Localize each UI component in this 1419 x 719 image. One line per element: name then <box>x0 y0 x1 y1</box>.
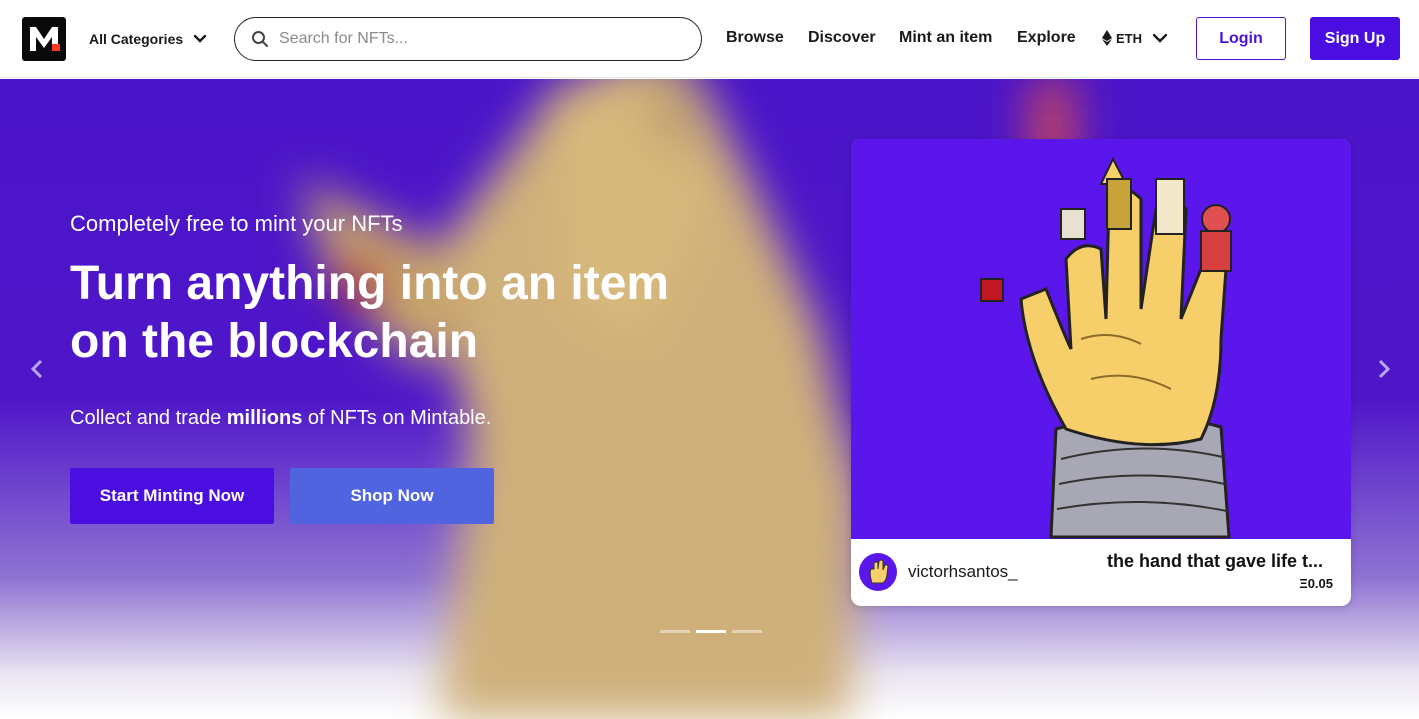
login-button[interactable]: Login <box>1196 17 1286 60</box>
currency-label: ETH <box>1116 30 1142 46</box>
nav-explore[interactable]: Explore <box>1017 29 1076 47</box>
hero-banner: Completely free to mint your NFTs Turn a… <box>0 79 1419 719</box>
hero-headline: Turn anything into an item on the blockc… <box>70 255 770 371</box>
search-bar <box>234 17 702 61</box>
start-minting-button[interactable]: Start Minting Now <box>70 468 274 524</box>
signup-button[interactable]: Sign Up <box>1310 17 1400 60</box>
nft-price: Ξ0.05 <box>1299 576 1333 591</box>
search-icon <box>252 31 268 47</box>
chevron-right-icon[interactable] <box>1371 357 1395 381</box>
search-input[interactable] <box>277 29 681 49</box>
categories-label: All Categories <box>89 31 184 47</box>
nft-title[interactable]: the hand that gave life t... <box>1107 551 1323 572</box>
hero-headline-line1: Turn anything into an item <box>70 257 670 310</box>
hero-subtitle: Completely free to mint your NFTs <box>70 211 403 236</box>
tagline-suffix: of NFTs on Mintable. <box>302 407 492 429</box>
chevron-down-icon <box>1152 33 1168 43</box>
slide-indicator-3[interactable] <box>732 630 762 633</box>
hero-headline-line2: on the blockchain <box>70 315 479 368</box>
chevron-left-icon[interactable] <box>26 357 50 381</box>
nav-browse[interactable]: Browse <box>726 29 784 47</box>
nav-mint-an-item[interactable]: Mint an item <box>899 29 992 47</box>
featured-nft-card[interactable]: victorhsantos_ the hand that gave life t… <box>851 139 1351 606</box>
tagline-prefix: Collect and trade <box>70 407 227 429</box>
categories-dropdown[interactable]: All Categories <box>89 29 207 49</box>
creator-avatar[interactable] <box>859 553 897 591</box>
slide-indicator-2[interactable] <box>696 630 726 633</box>
tagline-bold: millions <box>226 407 303 429</box>
hero-tagline: Collect and trade millions of NFTs on Mi… <box>70 407 491 430</box>
nav-discover[interactable]: Discover <box>808 29 876 47</box>
currency-selector[interactable]: ETH <box>1102 30 1168 46</box>
top-header: All Categories Browse Discover Mint an i… <box>0 0 1419 78</box>
featured-nft-image <box>851 139 1351 539</box>
ethereum-icon <box>1102 30 1112 46</box>
chevron-down-icon <box>193 34 207 43</box>
slide-indicator-1[interactable] <box>660 630 690 633</box>
shop-now-button[interactable]: Shop Now <box>290 468 494 524</box>
mintable-logo-icon[interactable] <box>22 17 66 61</box>
creator-name[interactable]: victorhsantos_ <box>908 562 1018 582</box>
